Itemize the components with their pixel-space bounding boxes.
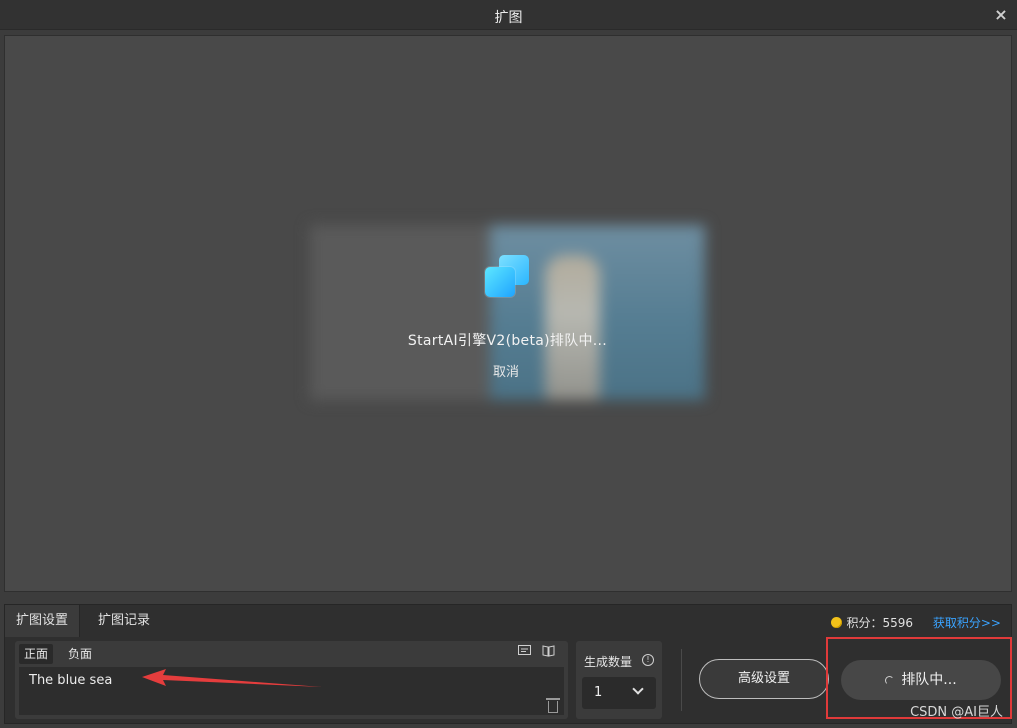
queue-label: 排队中... xyxy=(901,672,957,688)
count-select[interactable]: 1 xyxy=(582,677,656,709)
panel-tabs: 扩图设置 扩图记录 积分：5596 获取积分>> xyxy=(5,605,1013,637)
count-box: 生成数量 ! 1 xyxy=(576,641,662,719)
chevron-down-icon xyxy=(632,683,644,695)
watermark: CSDN @AI巨人 xyxy=(910,705,1003,720)
prompt-tab-negative[interactable]: 负面 xyxy=(63,644,97,664)
count-label: 生成数量 xyxy=(584,655,633,669)
credits-display: 积分：5596 xyxy=(831,614,913,631)
startai-logo-icon xyxy=(485,255,531,299)
credits-label: 积分：5596 xyxy=(846,616,913,630)
coin-icon xyxy=(831,617,843,628)
get-credits-link[interactable]: 获取积分>> xyxy=(933,614,1001,631)
spinner-icon xyxy=(885,676,895,685)
prompt-input[interactable]: The blue sea xyxy=(19,667,564,715)
prompt-tab-positive[interactable]: 正面 xyxy=(19,644,54,664)
cancel-button[interactable]: 取消 xyxy=(493,361,519,380)
tab-expand-settings[interactable]: 扩图设置 xyxy=(5,605,81,637)
settings-panel: 扩图设置 扩图记录 积分：5596 获取积分>> 正面 负面 The blue … xyxy=(4,604,1012,724)
title-bar: 扩图 × xyxy=(0,0,1017,30)
count-value: 1 xyxy=(594,685,603,700)
queue-overlay: StartAI引擎V2(beta)排队中... 取消 xyxy=(310,225,705,400)
divider xyxy=(681,649,682,711)
advanced-settings-button[interactable]: 高级设置 xyxy=(699,659,829,699)
book-icon[interactable] xyxy=(541,645,555,659)
template-icon[interactable] xyxy=(517,645,531,659)
info-icon[interactable]: ! xyxy=(642,654,654,666)
queue-button[interactable]: 排队中... xyxy=(841,660,1001,700)
tab-expand-history[interactable]: 扩图记录 xyxy=(87,605,161,637)
queue-status-text: StartAI引擎V2(beta)排队中... xyxy=(407,333,608,349)
window-title: 扩图 xyxy=(494,10,523,26)
prompt-box: 正面 负面 The blue sea xyxy=(15,641,568,719)
trash-icon[interactable] xyxy=(546,698,560,714)
close-icon[interactable]: × xyxy=(991,5,1011,25)
